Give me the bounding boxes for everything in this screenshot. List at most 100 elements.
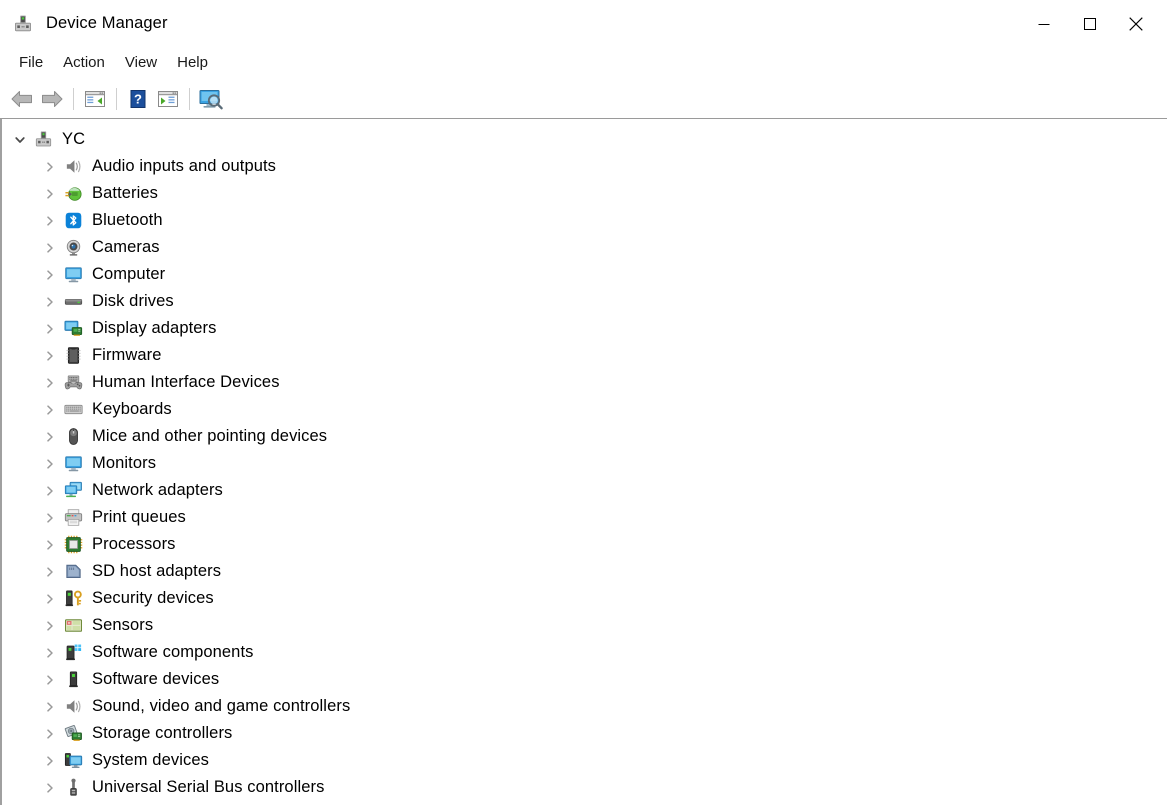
- chevron-down-icon[interactable]: [12, 132, 28, 148]
- computer-node-icon: [33, 130, 53, 150]
- tree-row-computer[interactable]: Computer: [2, 261, 1167, 288]
- device-manager-window: Device Manager File Action View Help ? Y…: [0, 0, 1167, 805]
- chevron-right-icon[interactable]: [42, 645, 58, 661]
- forward-button[interactable]: [37, 84, 67, 114]
- chevron-right-icon[interactable]: [42, 375, 58, 391]
- chevron-right-icon[interactable]: [42, 159, 58, 175]
- tree-row-sound-video-and-game-controllers[interactable]: Sound, video and game controllers: [2, 693, 1167, 720]
- chevron-right-icon[interactable]: [42, 618, 58, 634]
- chevron-right-icon[interactable]: [42, 456, 58, 472]
- update-driver-icon: [157, 89, 179, 109]
- tree-node-label: Display adapters: [92, 319, 217, 338]
- tree-row-software-devices[interactable]: Software devices: [2, 666, 1167, 693]
- tree-row-firmware[interactable]: Firmware: [2, 342, 1167, 369]
- tree-row-network-adapters[interactable]: Network adapters: [2, 477, 1167, 504]
- properties-button[interactable]: [80, 84, 110, 114]
- tree-node-label: Storage controllers: [92, 724, 233, 743]
- chevron-right-icon[interactable]: [42, 699, 58, 715]
- back-button[interactable]: [7, 84, 37, 114]
- chevron-right-icon[interactable]: [42, 294, 58, 310]
- tree-row-mice-and-other-pointing-devices[interactable]: Mice and other pointing devices: [2, 423, 1167, 450]
- chevron-right-icon[interactable]: [42, 510, 58, 526]
- network-adapter-icon: [63, 481, 83, 501]
- tree-row-display-adapters[interactable]: Display adapters: [2, 315, 1167, 342]
- system-device-icon: [63, 751, 83, 771]
- tree-node-label: Audio inputs and outputs: [92, 157, 277, 176]
- chevron-right-icon[interactable]: [42, 321, 58, 337]
- tree-row-universal-serial-bus-controllers[interactable]: Universal Serial Bus controllers: [2, 774, 1167, 801]
- monitor-icon: [63, 265, 83, 285]
- monitor-icon: [63, 454, 83, 474]
- usb-icon: [63, 778, 83, 798]
- update-driver-button[interactable]: [153, 84, 183, 114]
- security-key-icon: [63, 589, 83, 609]
- tree-row-sensors[interactable]: Sensors: [2, 612, 1167, 639]
- storage-controller-icon: [63, 724, 83, 744]
- chevron-right-icon[interactable]: [42, 564, 58, 580]
- chevron-right-icon[interactable]: [42, 672, 58, 688]
- close-button[interactable]: [1113, 0, 1159, 47]
- chevron-right-icon[interactable]: [42, 186, 58, 202]
- menu-item-file[interactable]: File: [9, 51, 53, 75]
- tree-node-label: Mice and other pointing devices: [92, 427, 328, 446]
- tree-row-system-devices[interactable]: System devices: [2, 747, 1167, 774]
- tree-row-security-devices[interactable]: Security devices: [2, 585, 1167, 612]
- tree-row-print-queues[interactable]: Print queues: [2, 504, 1167, 531]
- scan-hardware-icon: [198, 88, 224, 110]
- tree-row-audio-inputs-and-outputs[interactable]: Audio inputs and outputs: [2, 153, 1167, 180]
- tree-row-human-interface-devices[interactable]: Human Interface Devices: [2, 369, 1167, 396]
- tree-row-batteries[interactable]: Batteries: [2, 180, 1167, 207]
- tree-row-keyboards[interactable]: Keyboards: [2, 396, 1167, 423]
- help-icon: ?: [129, 89, 147, 109]
- menu-item-action[interactable]: Action: [53, 51, 115, 75]
- disk-drive-icon: [63, 292, 83, 312]
- tree-node-label: Keyboards: [92, 400, 172, 419]
- tree-row-sd-host-adapters[interactable]: SD host adapters: [2, 558, 1167, 585]
- chevron-right-icon[interactable]: [42, 591, 58, 607]
- gamepad-icon: [63, 373, 83, 393]
- tree-row-cameras[interactable]: Cameras: [2, 234, 1167, 261]
- tree-row-monitors[interactable]: Monitors: [2, 450, 1167, 477]
- chevron-right-icon[interactable]: [42, 402, 58, 418]
- scan-hardware-changes-button[interactable]: [196, 84, 226, 114]
- tree-row-root[interactable]: YC: [2, 126, 1167, 153]
- printer-icon: [63, 508, 83, 528]
- forward-arrow-icon: [40, 89, 64, 109]
- tree-row-storage-controllers[interactable]: Storage controllers: [2, 720, 1167, 747]
- tree-row-processors[interactable]: Processors: [2, 531, 1167, 558]
- toolbar: ?: [0, 80, 1167, 119]
- chevron-right-icon[interactable]: [42, 780, 58, 796]
- svg-text:?: ?: [134, 91, 142, 106]
- help-button[interactable]: ?: [123, 84, 153, 114]
- chevron-right-icon[interactable]: [42, 429, 58, 445]
- chevron-right-icon[interactable]: [42, 213, 58, 229]
- tree-row-software-components[interactable]: Software components: [2, 639, 1167, 666]
- menu-item-help[interactable]: Help: [167, 51, 218, 75]
- sensor-icon: [63, 616, 83, 636]
- software-device-icon: [63, 670, 83, 690]
- maximize-button[interactable]: [1067, 0, 1113, 47]
- tree-node-label: Batteries: [92, 184, 159, 203]
- chevron-right-icon[interactable]: [42, 240, 58, 256]
- tree-node-label: Security devices: [92, 589, 214, 608]
- tree-node-label: Processors: [92, 535, 176, 554]
- tree-row-bluetooth[interactable]: Bluetooth: [2, 207, 1167, 234]
- toolbar-separator-2: [116, 88, 117, 110]
- toolbar-separator-3: [189, 88, 190, 110]
- tree-node-label: Human Interface Devices: [92, 373, 280, 392]
- menu-item-view[interactable]: View: [115, 51, 167, 75]
- chevron-right-icon[interactable]: [42, 267, 58, 283]
- chevron-right-icon[interactable]: [42, 483, 58, 499]
- tree-root-label: YC: [62, 130, 86, 149]
- device-tree-pane[interactable]: YC Audio inputs and outputs Batteries Bl…: [0, 119, 1167, 805]
- toolbar-separator-1: [73, 88, 74, 110]
- tree-node-label: Computer: [92, 265, 166, 284]
- chevron-right-icon[interactable]: [42, 537, 58, 553]
- title-bar: Device Manager: [0, 0, 1167, 47]
- chevron-right-icon[interactable]: [42, 348, 58, 364]
- speaker-icon: [63, 157, 83, 177]
- tree-row-disk-drives[interactable]: Disk drives: [2, 288, 1167, 315]
- chevron-right-icon[interactable]: [42, 753, 58, 769]
- minimize-button[interactable]: [1021, 0, 1067, 47]
- chevron-right-icon[interactable]: [42, 726, 58, 742]
